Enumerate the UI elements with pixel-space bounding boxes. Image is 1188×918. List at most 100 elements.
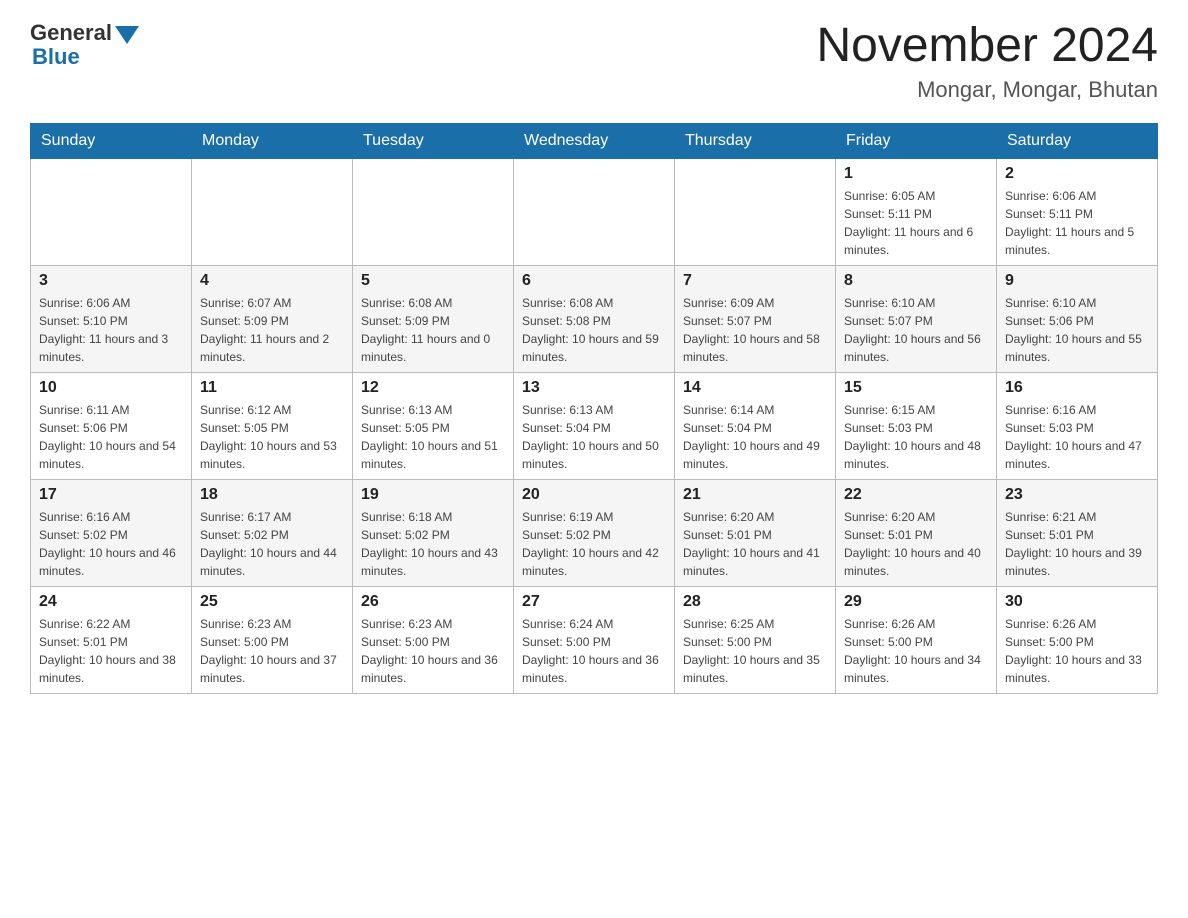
day-number: 2 (1005, 165, 1149, 183)
calendar-day-cell: 21 Sunrise: 6:20 AMSunset: 5:01 PMDayligh… (675, 479, 836, 586)
calendar-weekday-sunday: Sunday (31, 123, 192, 158)
calendar-day-cell: 30 Sunrise: 6:26 AMSunset: 5:00 PMDayligh… (997, 586, 1158, 693)
calendar-weekday-tuesday: Tuesday (353, 123, 514, 158)
day-number: 12 (361, 379, 505, 397)
calendar-day-cell: 12 Sunrise: 6:13 AMSunset: 5:05 PMDayligh… (353, 372, 514, 479)
day-number: 7 (683, 272, 827, 290)
day-info: Sunrise: 6:24 AMSunset: 5:00 PMDaylight:… (522, 615, 666, 687)
day-info: Sunrise: 6:05 AMSunset: 5:11 PMDaylight:… (844, 187, 988, 259)
calendar-day-cell: 29Sunrise: 6:26 AMSunset: 5:00 PMDayligh… (836, 586, 997, 693)
day-number: 20 (522, 486, 666, 504)
day-number: 19 (361, 486, 505, 504)
day-info: Sunrise: 6:08 AMSunset: 5:09 PMDaylight:… (361, 294, 505, 366)
calendar-day-cell: 22 Sunrise: 6:20 AMSunset: 5:01 PMDayligh… (836, 479, 997, 586)
day-number: 4 (200, 272, 344, 290)
calendar-day-cell: 17 Sunrise: 6:16 AMSunset: 5:02 PMDayligh… (31, 479, 192, 586)
day-info: Sunrise: 6:25 AMSunset: 5:00 PMDaylight:… (683, 615, 827, 687)
day-number: 21 (683, 486, 827, 504)
day-number: 22 (844, 486, 988, 504)
day-number: 23 (1005, 486, 1149, 504)
calendar-weekday-saturday: Saturday (997, 123, 1158, 158)
calendar-day-cell: 11 Sunrise: 6:12 AMSunset: 5:05 PMDayligh… (192, 372, 353, 479)
day-info: Sunrise: 6:13 AMSunset: 5:04 PMDaylight:… (522, 401, 666, 473)
logo: General Blue (30, 20, 139, 70)
day-number: 18 (200, 486, 344, 504)
calendar-day-cell (192, 158, 353, 265)
day-number: 3 (39, 272, 183, 290)
month-title: November 2024 (816, 20, 1158, 73)
day-number: 28 (683, 593, 827, 611)
calendar-weekday-friday: Friday (836, 123, 997, 158)
calendar-day-cell (353, 158, 514, 265)
day-info: Sunrise: 6:26 AMSunset: 5:00 PMDaylight:… (1005, 615, 1149, 687)
calendar-week-row: 24Sunrise: 6:22 AMSunset: 5:01 PMDayligh… (31, 586, 1158, 693)
day-info: Sunrise: 6:20 AMSunset: 5:01 PMDaylight:… (844, 508, 988, 580)
day-info: Sunrise: 6:06 AMSunset: 5:10 PMDaylight:… (39, 294, 183, 366)
calendar-day-cell: 9 Sunrise: 6:10 AMSunset: 5:06 PMDaylight… (997, 265, 1158, 372)
calendar-day-cell: 5Sunrise: 6:08 AMSunset: 5:09 PMDaylight… (353, 265, 514, 372)
day-number: 16 (1005, 379, 1149, 397)
day-number: 29 (844, 593, 988, 611)
calendar-day-cell: 20 Sunrise: 6:19 AMSunset: 5:02 PMDayligh… (514, 479, 675, 586)
day-number: 11 (200, 379, 344, 397)
calendar-day-cell (514, 158, 675, 265)
day-info: Sunrise: 6:14 AMSunset: 5:04 PMDaylight:… (683, 401, 827, 473)
calendar-day-cell: 3 Sunrise: 6:06 AMSunset: 5:10 PMDaylight… (31, 265, 192, 372)
calendar-week-row: 10 Sunrise: 6:11 AMSunset: 5:06 PMDayligh… (31, 372, 1158, 479)
calendar-day-cell: 2 Sunrise: 6:06 AMSunset: 5:11 PMDaylight… (997, 158, 1158, 265)
day-info: Sunrise: 6:21 AMSunset: 5:01 PMDaylight:… (1005, 508, 1149, 580)
day-number: 13 (522, 379, 666, 397)
day-number: 14 (683, 379, 827, 397)
day-info: Sunrise: 6:08 AMSunset: 5:08 PMDaylight:… (522, 294, 666, 366)
calendar-day-cell: 23 Sunrise: 6:21 AMSunset: 5:01 PMDayligh… (997, 479, 1158, 586)
calendar-week-row: 3 Sunrise: 6:06 AMSunset: 5:10 PMDaylight… (31, 265, 1158, 372)
calendar-day-cell: 28 Sunrise: 6:25 AMSunset: 5:00 PMDayligh… (675, 586, 836, 693)
day-info: Sunrise: 6:11 AMSunset: 5:06 PMDaylight:… (39, 401, 183, 473)
logo-general-text: General (30, 20, 112, 46)
day-info: Sunrise: 6:18 AMSunset: 5:02 PMDaylight:… (361, 508, 505, 580)
calendar-day-cell: 19 Sunrise: 6:18 AMSunset: 5:02 PMDayligh… (353, 479, 514, 586)
calendar-day-cell: 26Sunrise: 6:23 AMSunset: 5:00 PMDayligh… (353, 586, 514, 693)
calendar-day-cell: 14 Sunrise: 6:14 AMSunset: 5:04 PMDayligh… (675, 372, 836, 479)
day-info: Sunrise: 6:16 AMSunset: 5:02 PMDaylight:… (39, 508, 183, 580)
calendar-day-cell: 8 Sunrise: 6:10 AMSunset: 5:07 PMDaylight… (836, 265, 997, 372)
day-number: 25 (200, 593, 344, 611)
calendar-weekday-wednesday: Wednesday (514, 123, 675, 158)
day-info: Sunrise: 6:12 AMSunset: 5:05 PMDaylight:… (200, 401, 344, 473)
calendar-day-cell: 15Sunrise: 6:15 AMSunset: 5:03 PMDayligh… (836, 372, 997, 479)
calendar-day-cell: 6 Sunrise: 6:08 AMSunset: 5:08 PMDaylight… (514, 265, 675, 372)
calendar-week-row: 1Sunrise: 6:05 AMSunset: 5:11 PMDaylight… (31, 158, 1158, 265)
calendar-weekday-thursday: Thursday (675, 123, 836, 158)
day-number: 17 (39, 486, 183, 504)
calendar-day-cell: 13 Sunrise: 6:13 AMSunset: 5:04 PMDayligh… (514, 372, 675, 479)
day-info: Sunrise: 6:07 AMSunset: 5:09 PMDaylight:… (200, 294, 344, 366)
day-number: 8 (844, 272, 988, 290)
calendar-day-cell: 4 Sunrise: 6:07 AMSunset: 5:09 PMDaylight… (192, 265, 353, 372)
calendar-day-cell: 18 Sunrise: 6:17 AMSunset: 5:02 PMDayligh… (192, 479, 353, 586)
day-info: Sunrise: 6:20 AMSunset: 5:01 PMDaylight:… (683, 508, 827, 580)
day-number: 9 (1005, 272, 1149, 290)
logo-blue-text: Blue (32, 44, 80, 70)
calendar-header-row: SundayMondayTuesdayWednesdayThursdayFrid… (31, 123, 1158, 158)
day-info: Sunrise: 6:17 AMSunset: 5:02 PMDaylight:… (200, 508, 344, 580)
day-number: 10 (39, 379, 183, 397)
page-header: General Blue November 2024 Mongar, Monga… (30, 20, 1158, 103)
day-number: 30 (1005, 593, 1149, 611)
calendar-day-cell: 7Sunrise: 6:09 AMSunset: 5:07 PMDaylight… (675, 265, 836, 372)
calendar-table: SundayMondayTuesdayWednesdayThursdayFrid… (30, 123, 1158, 694)
day-info: Sunrise: 6:19 AMSunset: 5:02 PMDaylight:… (522, 508, 666, 580)
day-info: Sunrise: 6:16 AMSunset: 5:03 PMDaylight:… (1005, 401, 1149, 473)
day-info: Sunrise: 6:10 AMSunset: 5:06 PMDaylight:… (1005, 294, 1149, 366)
day-info: Sunrise: 6:06 AMSunset: 5:11 PMDaylight:… (1005, 187, 1149, 259)
logo-arrow-icon (115, 26, 139, 44)
title-section: November 2024 Mongar, Mongar, Bhutan (816, 20, 1158, 103)
day-number: 26 (361, 593, 505, 611)
calendar-day-cell (31, 158, 192, 265)
day-number: 6 (522, 272, 666, 290)
day-number: 24 (39, 593, 183, 611)
day-info: Sunrise: 6:13 AMSunset: 5:05 PMDaylight:… (361, 401, 505, 473)
calendar-weekday-monday: Monday (192, 123, 353, 158)
day-info: Sunrise: 6:23 AMSunset: 5:00 PMDaylight:… (200, 615, 344, 687)
calendar-day-cell: 1Sunrise: 6:05 AMSunset: 5:11 PMDaylight… (836, 158, 997, 265)
day-info: Sunrise: 6:10 AMSunset: 5:07 PMDaylight:… (844, 294, 988, 366)
